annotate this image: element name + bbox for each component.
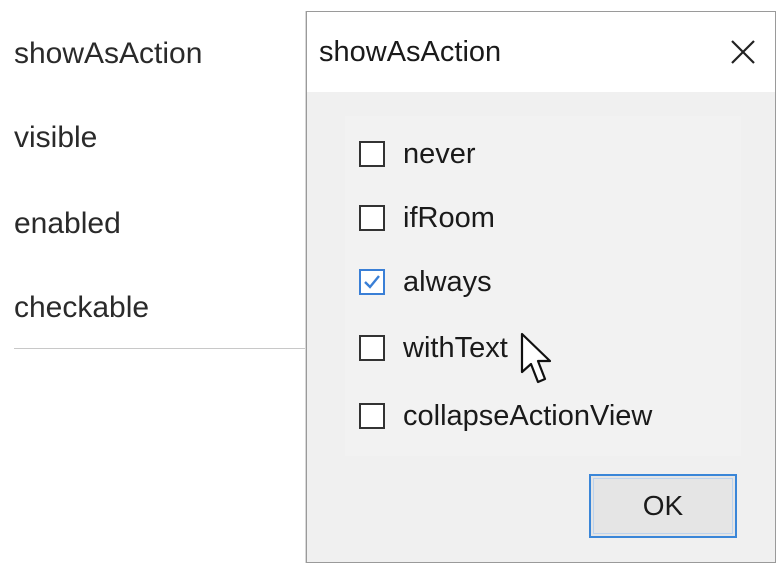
- option-always[interactable]: always: [359, 262, 492, 302]
- checkbox-with-text[interactable]: [359, 335, 385, 361]
- option-label: collapseActionView: [403, 400, 653, 432]
- option-label: ifRoom: [403, 202, 495, 234]
- ok-button[interactable]: OK: [589, 474, 737, 538]
- checkbox-if-room[interactable]: [359, 205, 385, 231]
- option-label: always: [403, 266, 492, 298]
- property-enabled[interactable]: enabled: [14, 206, 121, 242]
- options-list: never ifRoom always withText collapseAct: [345, 116, 741, 456]
- dialog-title: showAsAction: [319, 36, 502, 68]
- property-visible[interactable]: visible: [14, 120, 97, 156]
- option-if-room[interactable]: ifRoom: [359, 198, 495, 238]
- option-with-text[interactable]: withText: [359, 328, 508, 368]
- property-show-as-action[interactable]: showAsAction: [14, 36, 202, 72]
- checkbox-collapse-action-view[interactable]: [359, 403, 385, 429]
- option-collapse-action-view[interactable]: collapseActionView: [359, 396, 652, 436]
- checkbox-never[interactable]: [359, 141, 385, 167]
- checkmark-icon: [364, 275, 380, 289]
- dialog-titlebar: showAsAction: [307, 12, 775, 92]
- option-never[interactable]: never: [359, 134, 476, 174]
- checkbox-always[interactable]: [359, 269, 385, 295]
- show-as-action-dialog: showAsAction never ifRoom always withTex…: [306, 11, 776, 563]
- panel-divider: [14, 348, 308, 349]
- property-checkable[interactable]: checkable: [14, 290, 149, 326]
- close-icon-glyph: [731, 40, 755, 64]
- option-label: never: [403, 138, 476, 170]
- close-icon[interactable]: [721, 30, 765, 74]
- option-label: withText: [403, 332, 508, 364]
